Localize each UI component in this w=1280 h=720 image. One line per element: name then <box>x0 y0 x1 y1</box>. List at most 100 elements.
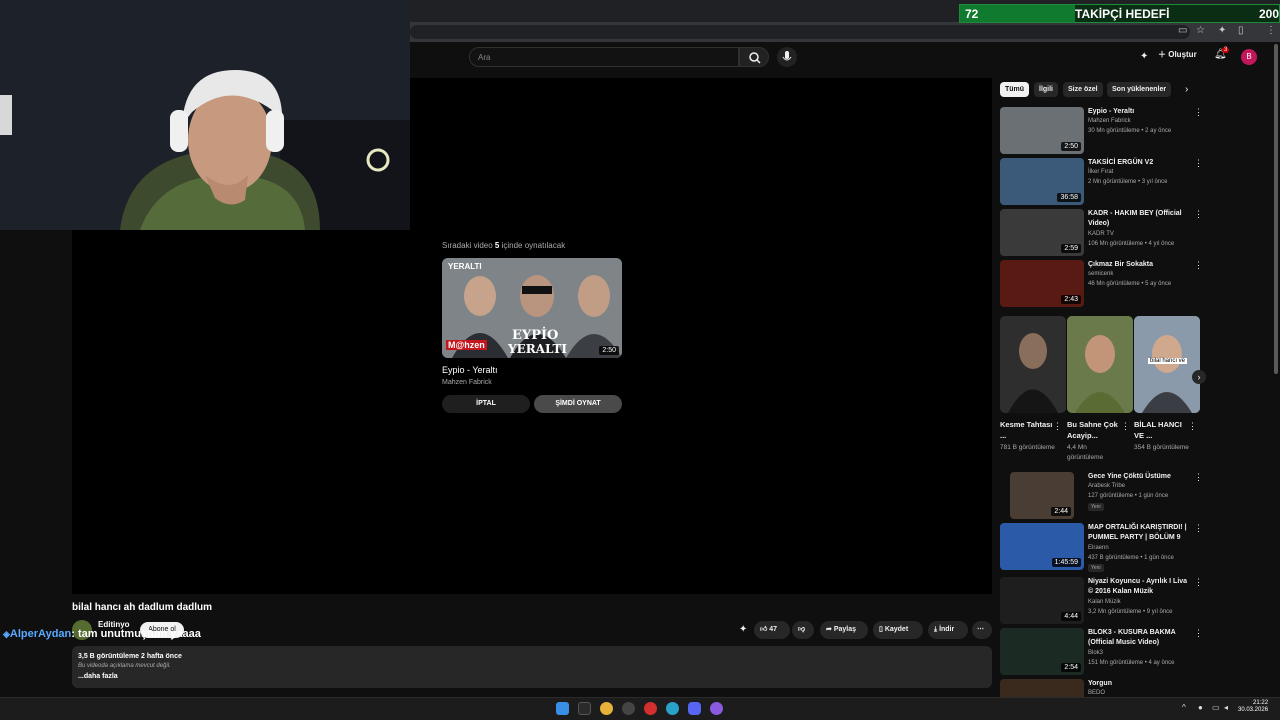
share-button[interactable]: ➦ Paylaş <box>820 621 868 639</box>
recommendation-item[interactable]: 2:54 BLOK3 - KUSURA BAKMA (Official Musi… <box>1000 628 1203 676</box>
url-field[interactable] <box>410 25 1190 39</box>
network-icon[interactable]: ▭ <box>1212 703 1220 712</box>
recommendation-item[interactable]: 2:44 Gece Yine Çöktü Üstüme Arabesk Trib… <box>1000 472 1203 520</box>
more-icon[interactable]: ⋮ <box>1194 209 1203 220</box>
volume-icon[interactable]: ◂ <box>1224 703 1228 712</box>
chip-for-you[interactable]: Size özel <box>1063 82 1103 97</box>
recommendation-title: Çıkmaz Bir Sokakta <box>1088 261 1153 268</box>
short-views: 781 B görüntüleme <box>1000 444 1055 451</box>
up-next-channel: Mahzen Fabrick <box>442 379 492 386</box>
more-icon[interactable]: ⋮ <box>1121 421 1130 432</box>
like-button[interactable]: 👍︎ 47 <box>754 621 790 639</box>
recommendation-title: MAP ORTALIĞI KARIŞTIRDI! | PUMMEL PARTY … <box>1088 524 1187 541</box>
recommendation-channel: Mahzen Fabrick <box>1088 118 1131 124</box>
cancel-autoplay-button[interactable]: İPTAL <box>442 395 530 413</box>
recommendation-title: Yorgun <box>1088 680 1112 687</box>
up-next-thumbnail[interactable]: YERALTI EYPİO YERALTI M@hzen 2:50 <box>442 258 622 358</box>
sidebar-icon[interactable]: ▯ <box>1238 25 1244 36</box>
chip-all[interactable]: Tümü <box>1000 82 1030 97</box>
search-button[interactable] <box>739 47 769 67</box>
short-image <box>1067 316 1133 413</box>
ai-sparkle-icon[interactable]: ✦ <box>739 624 747 635</box>
star-icon[interactable]: ☆ <box>1196 25 1205 36</box>
more-icon[interactable]: ⋮ <box>1194 628 1203 639</box>
recommendation-title: KADR - HAKIM BEY (Official Video) <box>1088 210 1182 227</box>
file-explorer-icon[interactable] <box>578 702 591 715</box>
short-thumbnail[interactable] <box>1067 316 1133 413</box>
recommendation-stats: 46 Mn görüntüleme • 5 ay önce <box>1088 281 1172 287</box>
recommendation-item[interactable]: 2:50 Eypio - Yeraltı Mahzen Fabrick 30 M… <box>1000 107 1203 155</box>
recommendation-title: BLOK3 - KUSURA BAKMA (Official Music Vid… <box>1088 629 1176 646</box>
recommendation-item[interactable]: 2:43 Çıkmaz Bir Sokakta semicenk 46 Mn g… <box>1000 260 1203 308</box>
more-icon[interactable]: ⋮ <box>1194 107 1203 118</box>
follower-goal-target: 200 <box>1258 7 1279 21</box>
more-icon[interactable]: ⋮ <box>1194 472 1203 483</box>
recommendation-item[interactable]: 2:59 KADR - HAKIM BEY (Official Video) K… <box>1000 209 1203 257</box>
opera-icon[interactable] <box>644 702 657 715</box>
recommendation-item[interactable]: 4:44 Niyazi Koyuncu - Ayrılık I Liva © 2… <box>1000 577 1203 625</box>
recommendation-channel: Kalan Müzik <box>1088 599 1121 605</box>
app-icon[interactable] <box>710 702 723 715</box>
ai-sparkle-icon[interactable]: ✦ <box>1140 51 1148 62</box>
recommendation-thumbnail: 2:44 <box>1010 472 1074 519</box>
recommendation-title: Niyazi Koyuncu - Ayrılık I Liva © 2016 K… <box>1088 578 1188 595</box>
recommendation-stats: 30 Mn görüntüleme • 2 ay önce <box>1088 128 1172 134</box>
chip-related[interactable]: İlgili <box>1034 82 1058 97</box>
search-input[interactable]: Ara <box>469 47 739 67</box>
edge-icon[interactable] <box>666 702 679 715</box>
recommendation-stats: 2 Mn görüntüleme • 3 yıl önce <box>1088 179 1168 185</box>
voice-search-button[interactable] <box>777 47 797 67</box>
tray-chevron-icon[interactable]: ^ <box>1182 703 1186 712</box>
shorts-next-button[interactable]: › <box>1192 370 1206 384</box>
recommendation-thumbnail <box>1000 679 1084 697</box>
more-icon[interactable]: ⋮ <box>1194 523 1203 534</box>
recommendation-thumbnail: 2:59 <box>1000 209 1084 256</box>
short-thumbnail[interactable] <box>1000 316 1066 413</box>
chevron-right-icon[interactable]: › <box>1185 84 1188 95</box>
windows-taskbar <box>0 697 1280 720</box>
taskbar-clock[interactable]: 21:22 30.03.2026 <box>1238 700 1268 714</box>
search-icon <box>749 52 761 64</box>
browser-menu-icon[interactable]: ⋮ <box>1266 25 1276 36</box>
short-thumbnail[interactable]: bilal hancı ve <box>1134 316 1200 413</box>
more-actions-button[interactable]: ⋯ <box>972 621 992 639</box>
more-icon[interactable]: ⋮ <box>1194 260 1203 271</box>
account-avatar[interactable]: B <box>1241 49 1257 65</box>
dislike-button[interactable]: 👎︎ <box>792 621 814 639</box>
page-scrollbar[interactable] <box>1274 44 1278 374</box>
new-badge: Yeni <box>1088 564 1104 572</box>
create-button[interactable]: ＋ Oluştur <box>1158 49 1197 60</box>
video-title: bilal hancı ah dadlum dadlum <box>72 602 213 613</box>
extensions-icon[interactable]: ✦ <box>1218 25 1226 36</box>
microphone-icon[interactable]: ● <box>1198 703 1203 712</box>
play-now-button[interactable]: ŞİMDİ OYNAT <box>534 395 622 413</box>
windows-start-icon[interactable] <box>556 702 569 715</box>
more-icon[interactable]: ⋮ <box>1194 158 1203 169</box>
bookmark-icon: ▯ <box>879 626 883 633</box>
new-badge: Yeni <box>1088 503 1104 511</box>
webcam-overlay <box>0 0 410 230</box>
up-next-label: Sıradaki video 5 içinde oynatılacak <box>442 241 566 250</box>
chrome-icon[interactable] <box>600 702 613 715</box>
more-icon[interactable]: ⋮ <box>1194 577 1203 588</box>
description-more-link[interactable]: ...daha fazla <box>78 673 118 680</box>
discord-icon[interactable] <box>688 702 701 715</box>
up-next-title[interactable]: Eypio - Yeraltı <box>442 365 498 375</box>
recommendation-item[interactable]: Yorgun BEDO <box>1000 679 1200 697</box>
settings-gear-icon[interactable] <box>622 702 635 715</box>
description-box[interactable] <box>72 646 992 688</box>
description-stats: 3,5 B görüntüleme 2 hafta önce <box>78 653 182 660</box>
short-views: 354 B görüntüleme <box>1134 444 1189 451</box>
more-icon[interactable]: ⋮ <box>1188 421 1197 432</box>
share-icon: ➦ <box>826 626 832 633</box>
more-icon[interactable]: ⋮ <box>1053 421 1062 432</box>
recommendation-stats: 151 Mn görüntüleme • 4 ay önce <box>1088 660 1175 666</box>
cast-icon[interactable]: ▭ <box>1178 25 1187 36</box>
download-button[interactable]: ⤓ İndir <box>928 621 968 639</box>
recommendation-item[interactable]: 36:58 TAKSİCİ ERGÜN V2 İlker Fırat 2 Mn … <box>1000 158 1203 206</box>
microphone-icon <box>782 51 792 61</box>
recommendation-item[interactable]: 1:45:59 MAP ORTALIĞI KARIŞTIRDI! | PUMME… <box>1000 523 1203 572</box>
recommendation-stats: 437 B görüntüleme • 1 gün önce <box>1088 555 1174 561</box>
save-button[interactable]: ▯ Kaydet <box>873 621 923 639</box>
chip-recent[interactable]: Son yüklenenler <box>1107 82 1172 97</box>
